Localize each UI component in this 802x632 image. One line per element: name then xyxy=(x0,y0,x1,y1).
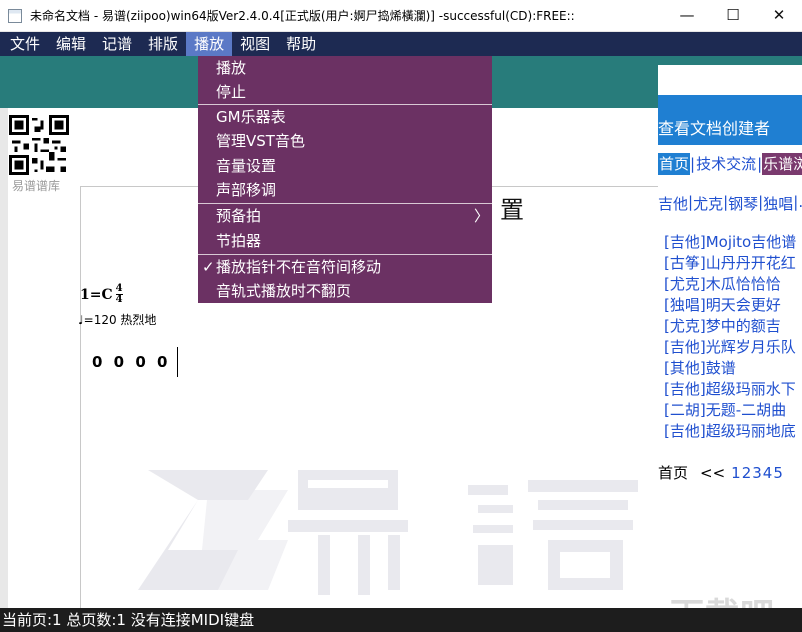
pager-page[interactable]: 1 xyxy=(731,464,741,482)
menu-item-label: GM乐器表 xyxy=(216,108,286,126)
play-menu-dropdown: 播放 停止 GM乐器表 管理VST音色 音量设置 声部移调 预备拍 〉 节拍器 … xyxy=(198,56,492,303)
pager-first[interactable]: 首页 xyxy=(658,464,688,482)
close-button[interactable]: ✕ xyxy=(756,0,802,30)
menu-item-gm-instruments[interactable]: GM乐器表 xyxy=(198,105,492,129)
note-sequence[interactable]: 0 0 0 0 xyxy=(92,353,167,371)
status-bar: 当前页:1 总页数:1 没有连接MIDI键盘 xyxy=(0,608,802,632)
menu-item-count-in[interactable]: 预备拍 〉 xyxy=(198,204,492,228)
menu-item-label: 节拍器 xyxy=(216,232,262,250)
category-guitar[interactable]: 吉他 xyxy=(658,193,688,215)
ziipoo-watermark-logo xyxy=(138,470,638,595)
song-list: [吉他]Mojito吉他谱 [古筝]山丹丹开花红 [尤克]木瓜恰恰恰 [独唱]明… xyxy=(664,232,796,442)
song-link[interactable]: [尤克]木瓜恰恰恰 xyxy=(664,274,796,295)
menu-item-label: 声部移调 xyxy=(216,181,277,199)
pager-page[interactable]: 3 xyxy=(752,464,762,482)
time-signature: 4 4 xyxy=(115,284,123,305)
menu-item-play[interactable]: 播放 xyxy=(198,56,492,80)
menu-item-label: 停止 xyxy=(216,83,247,101)
time-sig-bottom: 4 xyxy=(115,294,123,305)
menu-notation[interactable]: 记谱 xyxy=(94,32,140,56)
song-link[interactable]: [吉他]光辉岁月乐队 xyxy=(664,337,796,358)
menu-item-label: 播放指针不在音符间移动 xyxy=(216,258,382,276)
menu-layout[interactable]: 排版 xyxy=(140,32,186,56)
tempo-marking[interactable]: ♩=120 热烈地 xyxy=(78,311,156,328)
category-solo[interactable]: 独唱 xyxy=(763,193,793,215)
pager-page[interactable]: 2 xyxy=(742,464,752,482)
menu-item-label: 播放 xyxy=(216,59,247,77)
menu-item-manage-vst[interactable]: 管理VST音色 xyxy=(198,129,492,153)
category-ukulele[interactable]: 尤克 xyxy=(693,193,723,215)
menu-item-label: 音轨式播放时不翻页 xyxy=(216,282,352,300)
category-more[interactable]: ... xyxy=(798,193,802,215)
menu-help[interactable]: 帮助 xyxy=(278,32,324,56)
pager-prev[interactable]: << xyxy=(700,464,725,482)
view-creator-link[interactable]: 查看文档创建者 xyxy=(658,115,770,139)
menu-item-label: 管理VST音色 xyxy=(216,132,305,150)
key-signature[interactable]: 1=C 4 4 xyxy=(80,284,123,305)
minimize-button[interactable]: — xyxy=(664,0,710,30)
song-link[interactable]: [吉他]超级玛丽水下 xyxy=(664,379,796,400)
menu-bar: 文件 编辑 记谱 排版 播放 视图 帮助 xyxy=(0,32,802,56)
left-gutter xyxy=(0,108,8,608)
tab-browse-scores[interactable]: 乐谱浏 xyxy=(762,153,802,175)
menu-item-no-page-turn[interactable]: 音轨式播放时不翻页 xyxy=(198,279,492,303)
menu-item-volume-settings[interactable]: 音量设置 xyxy=(198,154,492,178)
menu-view[interactable]: 视图 xyxy=(232,32,278,56)
menu-edit[interactable]: 编辑 xyxy=(48,32,94,56)
pagination: 首页 << 12345 xyxy=(658,462,784,483)
key-text: 1=C xyxy=(80,286,113,303)
panel-tabs: 首页 | 技术交流 | 乐谱浏 xyxy=(658,153,802,175)
menu-item-transpose-part[interactable]: 声部移调 xyxy=(198,178,492,202)
title-bar: 未命名文档 - 易谱(ziipoo)win64版Ver2.4.0.4[正式版(用… xyxy=(0,0,802,32)
song-link[interactable]: [古筝]山丹丹开花红 xyxy=(664,253,796,274)
input-cursor xyxy=(177,347,178,377)
score-library-panel: 查看文档创建者 首页 | 技术交流 | 乐谱浏 吉他 | 尤克 | 钢琴 | 独唱 | … xyxy=(658,65,802,593)
song-link[interactable]: [尤克]梦中的额吉 xyxy=(664,316,796,337)
maximize-button[interactable]: ☐ xyxy=(710,0,756,30)
category-links: 吉他| 尤克| 钢琴| 独唱| ... xyxy=(658,193,802,215)
qr-code-icon xyxy=(9,115,69,175)
submenu-arrow-icon: 〉 xyxy=(474,207,490,225)
pager-page[interactable]: 4 xyxy=(763,464,773,482)
pager-page[interactable]: 5 xyxy=(773,464,783,482)
tab-tech-exchange[interactable]: 技术交流 xyxy=(695,153,757,175)
app-icon xyxy=(8,9,22,23)
logo-label: 易谱谱库 xyxy=(12,179,61,193)
song-link[interactable]: [独唱]明天会更好 xyxy=(664,295,796,316)
song-link[interactable]: [吉他]Mojito吉他谱 xyxy=(664,232,796,253)
song-link[interactable]: [吉他]超级玛丽地底 xyxy=(664,421,796,442)
song-link[interactable]: [二胡]无题-二胡曲 xyxy=(664,400,796,421)
category-piano[interactable]: 钢琴 xyxy=(728,193,758,215)
window-title: 未命名文档 - 易谱(ziipoo)win64版Ver2.4.0.4[正式版(用… xyxy=(30,9,575,23)
tab-home[interactable]: 首页 xyxy=(658,153,691,175)
song-link[interactable]: [其他]鼓谱 xyxy=(664,358,796,379)
menu-play[interactable]: 播放 xyxy=(186,32,233,56)
menu-item-pointer-no-move[interactable]: ✓ 播放指针不在音符间移动 xyxy=(198,255,492,279)
menu-item-stop[interactable]: 停止 xyxy=(198,80,492,104)
panel-header xyxy=(658,65,802,95)
menu-item-label: 音量设置 xyxy=(216,157,277,175)
score-title[interactable]: 置 xyxy=(500,190,524,225)
menu-item-label: 预备拍 xyxy=(216,207,262,225)
menu-item-metronome[interactable]: 节拍器 xyxy=(198,229,492,253)
menu-file[interactable]: 文件 xyxy=(2,32,48,56)
checkmark-icon: ✓ xyxy=(202,258,215,276)
